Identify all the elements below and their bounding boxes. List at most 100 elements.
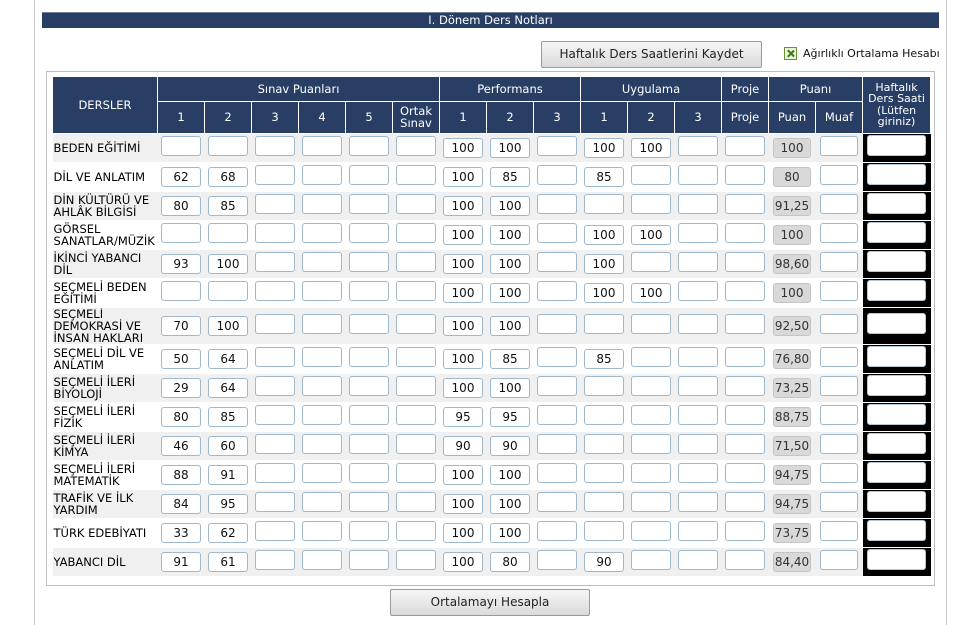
practice-score-input[interactable] bbox=[631, 164, 671, 185]
exam-score-input[interactable] bbox=[161, 280, 201, 301]
exam-score-input[interactable] bbox=[302, 549, 342, 570]
exam-score-input[interactable] bbox=[302, 375, 342, 396]
practice-score-input[interactable] bbox=[584, 491, 624, 512]
performance-score-input[interactable] bbox=[537, 313, 577, 334]
performance-score-input[interactable]: 100 bbox=[443, 349, 483, 369]
performance-score-input[interactable] bbox=[537, 222, 577, 243]
exam-score-input[interactable] bbox=[255, 164, 295, 185]
exam-score-input[interactable] bbox=[349, 313, 389, 334]
performance-score-input[interactable]: 100 bbox=[490, 378, 530, 398]
practice-score-input[interactable] bbox=[631, 433, 671, 454]
performance-score-input[interactable] bbox=[537, 135, 577, 156]
exam-score-input[interactable]: 50 bbox=[161, 349, 201, 369]
practice-score-input[interactable] bbox=[678, 251, 718, 272]
practice-score-input[interactable] bbox=[584, 520, 624, 541]
weighted-average-option[interactable]: Ağırlıklı Ortalama Hesabı bbox=[784, 44, 940, 62]
exam-score-input[interactable] bbox=[349, 462, 389, 483]
exam-score-input[interactable] bbox=[349, 193, 389, 214]
practice-score-input[interactable] bbox=[678, 433, 718, 454]
exam-score-input[interactable] bbox=[255, 280, 295, 301]
performance-score-input[interactable] bbox=[537, 433, 577, 454]
exempt-input[interactable] bbox=[820, 462, 858, 483]
exam-score-input[interactable] bbox=[396, 491, 436, 512]
practice-score-input[interactable] bbox=[631, 520, 671, 541]
save-weekly-hours-button[interactable]: Haftalık Ders Saatlerini Kaydet bbox=[541, 41, 762, 68]
practice-score-input[interactable] bbox=[584, 433, 624, 454]
exam-score-input[interactable]: 80 bbox=[161, 407, 201, 427]
exempt-input[interactable] bbox=[820, 491, 858, 512]
performance-score-input[interactable] bbox=[537, 164, 577, 185]
practice-score-input[interactable] bbox=[678, 520, 718, 541]
exam-score-input[interactable] bbox=[349, 491, 389, 512]
performance-score-input[interactable]: 100 bbox=[490, 196, 530, 216]
exam-score-input[interactable] bbox=[396, 520, 436, 541]
exam-score-input[interactable] bbox=[255, 346, 295, 367]
exam-score-input[interactable] bbox=[396, 222, 436, 243]
exam-score-input[interactable] bbox=[349, 375, 389, 396]
exam-score-input[interactable] bbox=[396, 251, 436, 272]
exempt-input[interactable] bbox=[820, 346, 858, 367]
project-score-input[interactable] bbox=[725, 251, 765, 272]
practice-score-input[interactable] bbox=[584, 375, 624, 396]
performance-score-input[interactable]: 90 bbox=[443, 436, 483, 456]
performance-score-input[interactable]: 100 bbox=[490, 523, 530, 543]
performance-score-input[interactable]: 100 bbox=[443, 523, 483, 543]
exam-score-input[interactable] bbox=[302, 433, 342, 454]
exam-score-input[interactable] bbox=[349, 520, 389, 541]
weekly-hours-input[interactable] bbox=[867, 164, 926, 185]
weekly-hours-input[interactable] bbox=[867, 375, 926, 396]
practice-score-input[interactable] bbox=[678, 193, 718, 214]
performance-score-input[interactable]: 100 bbox=[443, 167, 483, 187]
performance-score-input[interactable]: 90 bbox=[490, 436, 530, 456]
weekly-hours-input[interactable] bbox=[867, 280, 926, 301]
exam-score-input[interactable] bbox=[396, 193, 436, 214]
practice-score-input[interactable] bbox=[678, 462, 718, 483]
performance-score-input[interactable]: 100 bbox=[443, 378, 483, 398]
practice-score-input[interactable] bbox=[678, 135, 718, 156]
practice-score-input[interactable] bbox=[678, 346, 718, 367]
performance-score-input[interactable]: 100 bbox=[443, 283, 483, 303]
performance-score-input[interactable]: 100 bbox=[443, 225, 483, 245]
exam-score-input[interactable] bbox=[396, 346, 436, 367]
practice-score-input[interactable]: 100 bbox=[584, 254, 624, 274]
exam-score-input[interactable]: 62 bbox=[208, 523, 248, 543]
exam-score-input[interactable] bbox=[302, 346, 342, 367]
project-score-input[interactable] bbox=[725, 313, 765, 334]
exam-score-input[interactable]: 62 bbox=[161, 167, 201, 187]
practice-score-input[interactable] bbox=[584, 313, 624, 334]
exam-score-input[interactable] bbox=[302, 164, 342, 185]
performance-score-input[interactable]: 100 bbox=[490, 138, 530, 158]
performance-score-input[interactable] bbox=[537, 462, 577, 483]
performance-score-input[interactable]: 85 bbox=[490, 167, 530, 187]
exam-score-input[interactable] bbox=[255, 222, 295, 243]
exam-score-input[interactable] bbox=[161, 222, 201, 243]
exempt-input[interactable] bbox=[820, 549, 858, 570]
practice-score-input[interactable] bbox=[631, 346, 671, 367]
exam-score-input[interactable] bbox=[349, 222, 389, 243]
practice-score-input[interactable]: 100 bbox=[631, 283, 671, 303]
exam-score-input[interactable] bbox=[208, 222, 248, 243]
exam-score-input[interactable] bbox=[349, 164, 389, 185]
performance-score-input[interactable] bbox=[537, 404, 577, 425]
performance-score-input[interactable] bbox=[537, 280, 577, 301]
exam-score-input[interactable] bbox=[349, 346, 389, 367]
performance-score-input[interactable] bbox=[537, 549, 577, 570]
exam-score-input[interactable] bbox=[208, 280, 248, 301]
practice-score-input[interactable]: 100 bbox=[584, 225, 624, 245]
practice-score-input[interactable] bbox=[678, 549, 718, 570]
exam-score-input[interactable]: 64 bbox=[208, 349, 248, 369]
weekly-hours-input[interactable] bbox=[867, 135, 926, 156]
practice-score-input[interactable] bbox=[678, 280, 718, 301]
exam-score-input[interactable] bbox=[396, 549, 436, 570]
weekly-hours-input[interactable] bbox=[867, 193, 926, 214]
exam-score-input[interactable] bbox=[208, 135, 248, 156]
exam-score-input[interactable] bbox=[396, 313, 436, 334]
exam-score-input[interactable]: 85 bbox=[208, 407, 248, 427]
performance-score-input[interactable]: 95 bbox=[443, 407, 483, 427]
exam-score-input[interactable] bbox=[255, 433, 295, 454]
exam-score-input[interactable]: 68 bbox=[208, 167, 248, 187]
exam-score-input[interactable]: 91 bbox=[161, 552, 201, 573]
performance-score-input[interactable]: 100 bbox=[490, 254, 530, 274]
project-score-input[interactable] bbox=[725, 222, 765, 243]
exam-score-input[interactable]: 80 bbox=[161, 196, 201, 216]
